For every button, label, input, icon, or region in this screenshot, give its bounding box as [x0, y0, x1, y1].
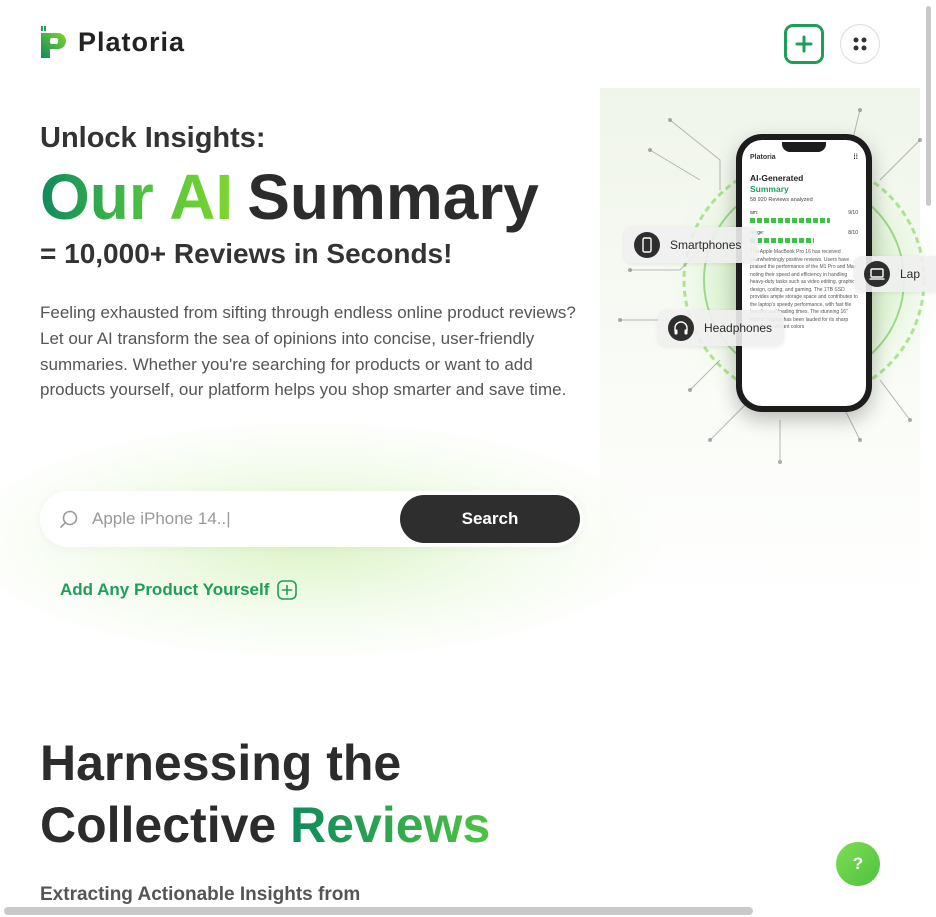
search-input[interactable]	[92, 509, 382, 529]
chip-label: Lap	[900, 267, 921, 281]
chip-label: Headphones	[704, 321, 773, 335]
rating-bar	[750, 218, 830, 223]
section-subtitle: Extracting Actionable Insights from	[40, 884, 361, 905]
phone-mockup: Platoria ⁞⁞ AI-Generated Summary 58 920 …	[736, 134, 872, 412]
hero-title: Our AI Summary	[40, 162, 539, 232]
add-product-link[interactable]: Add Any Product Yourself	[60, 580, 298, 600]
category-chip-laptops: Lap	[854, 256, 936, 292]
search-icon	[60, 510, 78, 528]
horizontal-scrollbar[interactable]	[4, 907, 753, 915]
phone-screen: Platoria ⁞⁞ AI-Generated Summary 58 920 …	[742, 140, 866, 406]
section-title-line1: Harnessing the	[40, 735, 402, 791]
phone-review-count: 58 920 Reviews analyzed	[750, 197, 813, 203]
plus-square-icon	[795, 35, 813, 53]
plus-square-icon	[277, 580, 298, 600]
phone-logo: Platoria	[750, 154, 776, 161]
add-product-header-button[interactable]	[784, 24, 824, 64]
menu-button[interactable]	[840, 24, 880, 64]
product-illustration: Platoria ⁞⁞ AI-Generated Summary 58 920 …	[610, 100, 936, 480]
brand-name: Platoria	[78, 26, 186, 57]
search-button[interactable]: Search	[400, 495, 580, 543]
brand-logo[interactable]: Platoria	[40, 26, 185, 58]
hero-description: Feeling exhausted from sifting through e…	[40, 303, 576, 400]
section-title-line2: Collective	[40, 797, 277, 853]
section-title-accent: Reviews	[290, 797, 491, 853]
smartphone-icon	[634, 232, 660, 258]
hero-pretitle: Unlock Insights:	[40, 122, 266, 154]
hero-title-main: Summary	[247, 161, 539, 233]
phone-row-label: am:	[750, 210, 759, 216]
grid-dots-icon	[853, 37, 867, 51]
help-button[interactable]: ?	[836, 842, 880, 886]
phone-title: AI-Generated	[750, 173, 804, 183]
rating-bar	[750, 238, 814, 243]
hero-subtitle: = 10,000+ Reviews in Seconds!	[40, 238, 453, 269]
phone-row-score: 8/10	[848, 230, 858, 236]
phone-title-accent: Summary	[750, 184, 789, 194]
category-chip-headphones: Headphones	[658, 310, 784, 346]
phone-row-score: 9/10	[848, 210, 858, 216]
platoria-logo-icon	[41, 26, 66, 58]
add-product-label: Add Any Product Yourself	[60, 580, 270, 599]
headphones-icon	[668, 315, 694, 341]
grid-dots-icon: ⁞⁞	[853, 154, 858, 161]
category-chip-smartphones: Smartphones	[624, 227, 758, 263]
section-title: Harnessing the Collective Reviews	[40, 732, 490, 856]
search-bar: Search	[40, 491, 583, 547]
hero-title-highlight: Our AI	[40, 161, 234, 233]
chip-label: Smartphones	[670, 238, 742, 252]
laptop-icon	[864, 261, 890, 287]
